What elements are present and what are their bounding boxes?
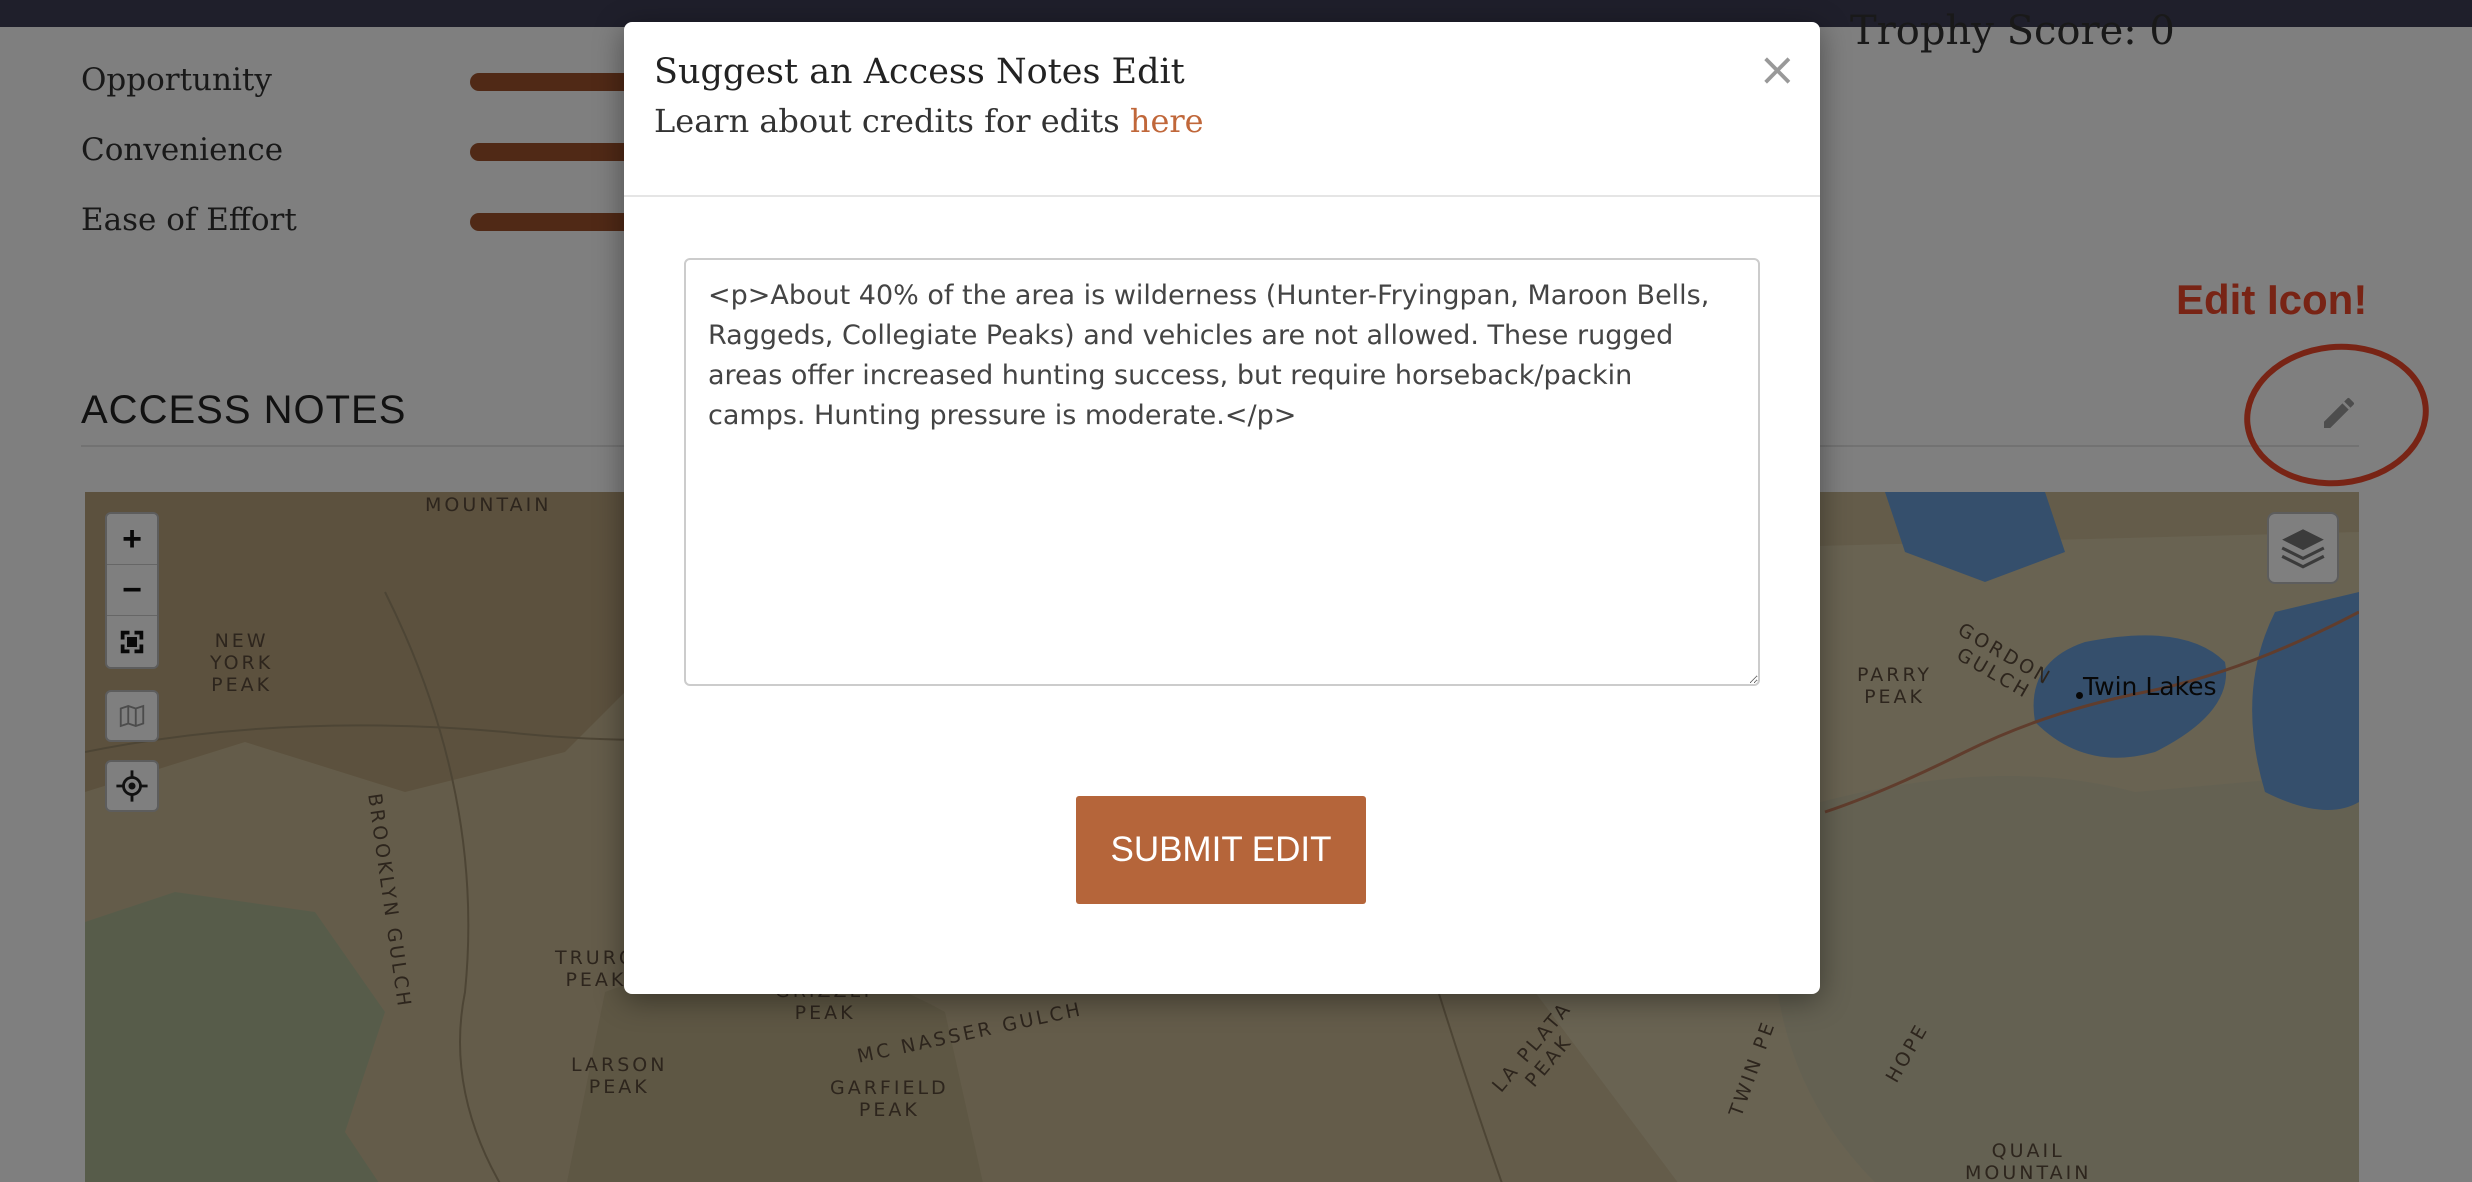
modal-title: Suggest an Access Notes Edit xyxy=(654,52,1185,92)
suggest-edit-modal: Suggest an Access Notes Edit Learn about… xyxy=(624,22,1820,994)
submit-edit-button[interactable]: SUBMIT EDIT xyxy=(1076,796,1366,904)
credits-link[interactable]: here xyxy=(1130,102,1204,140)
access-notes-textarea[interactable] xyxy=(684,258,1760,686)
modal-subtitle-text: Learn about credits for edits xyxy=(654,102,1130,140)
modal-header: Suggest an Access Notes Edit Learn about… xyxy=(624,22,1820,197)
modal-subtitle: Learn about credits for edits here xyxy=(654,102,1204,140)
close-icon[interactable]: × xyxy=(1758,46,1797,92)
